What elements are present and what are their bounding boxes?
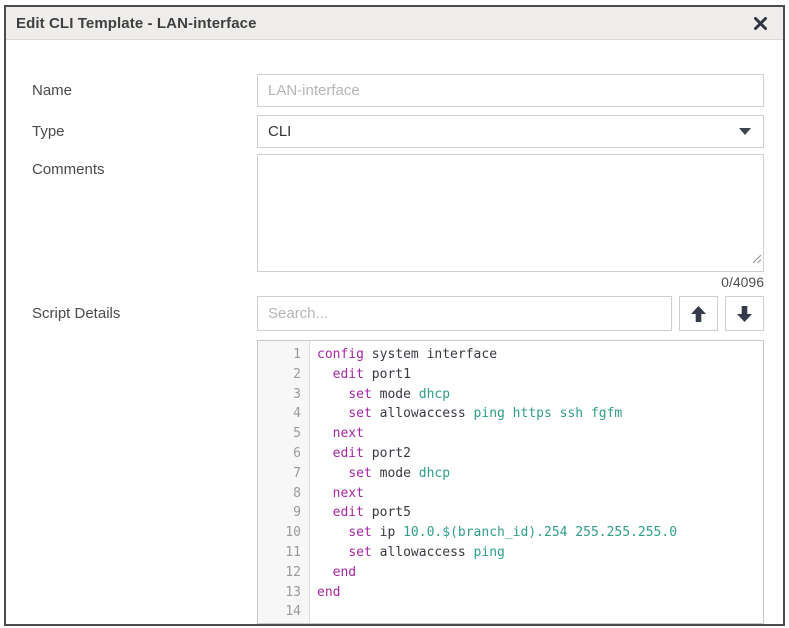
editor-code[interactable]: config system interface edit port1 set m…: [310, 341, 763, 623]
comments-row: Comments 0/4096: [32, 154, 764, 292]
name-label: Name: [32, 82, 257, 99]
chevron-down-icon: [739, 128, 751, 135]
close-x-icon: [754, 17, 767, 30]
comments-char-counter: 0/4096: [257, 274, 764, 292]
dialog-title: Edit CLI Template - LAN-interface: [16, 15, 257, 32]
close-button[interactable]: [752, 15, 769, 32]
type-select[interactable]: CLI: [257, 115, 764, 148]
type-row: Type CLI: [32, 115, 764, 148]
comments-textarea[interactable]: [257, 154, 764, 272]
arrow-down-icon: [737, 306, 752, 322]
comments-label: Comments: [32, 154, 257, 292]
editor-left-spacer: [32, 340, 257, 624]
name-row: Name: [32, 74, 764, 107]
dialog-titlebar: Edit CLI Template - LAN-interface: [6, 7, 783, 40]
arrow-up-icon: [691, 306, 706, 322]
edit-cli-template-dialog: Edit CLI Template - LAN-interface Name T…: [4, 5, 785, 626]
type-label: Type: [32, 123, 257, 140]
search-next-button[interactable]: [725, 296, 764, 331]
script-search-input[interactable]: [257, 296, 672, 331]
dialog-content: Name Type CLI Comments: [6, 40, 783, 624]
name-input[interactable]: [257, 74, 764, 107]
editor-gutter: 1234567891011121314: [258, 341, 310, 623]
script-details-label: Script Details: [32, 305, 257, 322]
script-editor-row: 1234567891011121314 config system interf…: [32, 340, 764, 624]
type-select-value: CLI: [268, 123, 291, 140]
code-editor[interactable]: 1234567891011121314 config system interf…: [257, 340, 764, 624]
search-prev-button[interactable]: [679, 296, 718, 331]
script-details-row: Script Details: [32, 296, 764, 331]
